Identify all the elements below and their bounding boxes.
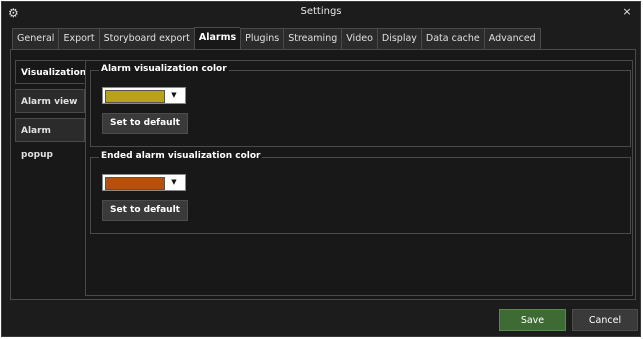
alarm-subtab-list: Visualization Alarm view Alarm popup [15, 60, 86, 160]
cancel-button[interactable]: Cancel [572, 309, 638, 331]
alarm-color-default-button[interactable]: Set to default [102, 113, 188, 134]
ended-alarm-color-default-button[interactable]: Set to default [102, 200, 188, 221]
tab-general[interactable]: General [12, 28, 59, 50]
ended-alarm-color-legend: Ended alarm visualization color [99, 151, 263, 161]
tab-export[interactable]: Export [58, 28, 99, 50]
tab-plugins[interactable]: Plugins [240, 28, 284, 50]
ended-alarm-color-group: Ended alarm visualization color ▼ Set to… [90, 151, 631, 234]
settings-tab-strip: General Export Storyboard export Alarms … [12, 27, 541, 50]
tab-streaming[interactable]: Streaming [283, 28, 342, 50]
alarm-color-legend: Alarm visualization color [99, 64, 229, 74]
tab-storyboard-export[interactable]: Storyboard export [98, 28, 194, 50]
subtab-alarm-popup[interactable]: Alarm popup [15, 118, 85, 160]
tab-display[interactable]: Display [376, 28, 421, 50]
window-title: Settings [300, 6, 342, 17]
tab-data-cache[interactable]: Data cache [420, 28, 484, 50]
alarm-color-swatch [105, 90, 165, 103]
settings-window: ⚙ Settings × General Export Storyboard e… [1, 1, 641, 337]
chevron-down-icon: ▼ [171, 91, 177, 99]
subtab-visualization[interactable]: Visualization [15, 60, 86, 84]
tab-alarms[interactable]: Alarms [193, 27, 241, 50]
tab-video[interactable]: Video [341, 28, 377, 50]
ended-alarm-color-swatch [105, 177, 165, 190]
subtab-alarm-view[interactable]: Alarm view [15, 89, 85, 113]
title-bar: ⚙ Settings × [2, 2, 640, 24]
close-button[interactable]: × [620, 5, 634, 19]
alarms-tab-panel: Visualization Alarm view Alarm popup Ala… [10, 49, 636, 300]
alarm-color-picker[interactable]: ▼ [102, 87, 186, 104]
tab-advanced[interactable]: Advanced [483, 28, 541, 50]
alarm-color-group: Alarm visualization color ▼ Set to defau… [90, 64, 631, 147]
ended-alarm-color-picker[interactable]: ▼ [102, 174, 186, 191]
chevron-down-icon: ▼ [171, 178, 177, 186]
save-button[interactable]: Save [499, 309, 566, 331]
visualization-panel: Alarm visualization color ▼ Set to defau… [85, 60, 633, 296]
